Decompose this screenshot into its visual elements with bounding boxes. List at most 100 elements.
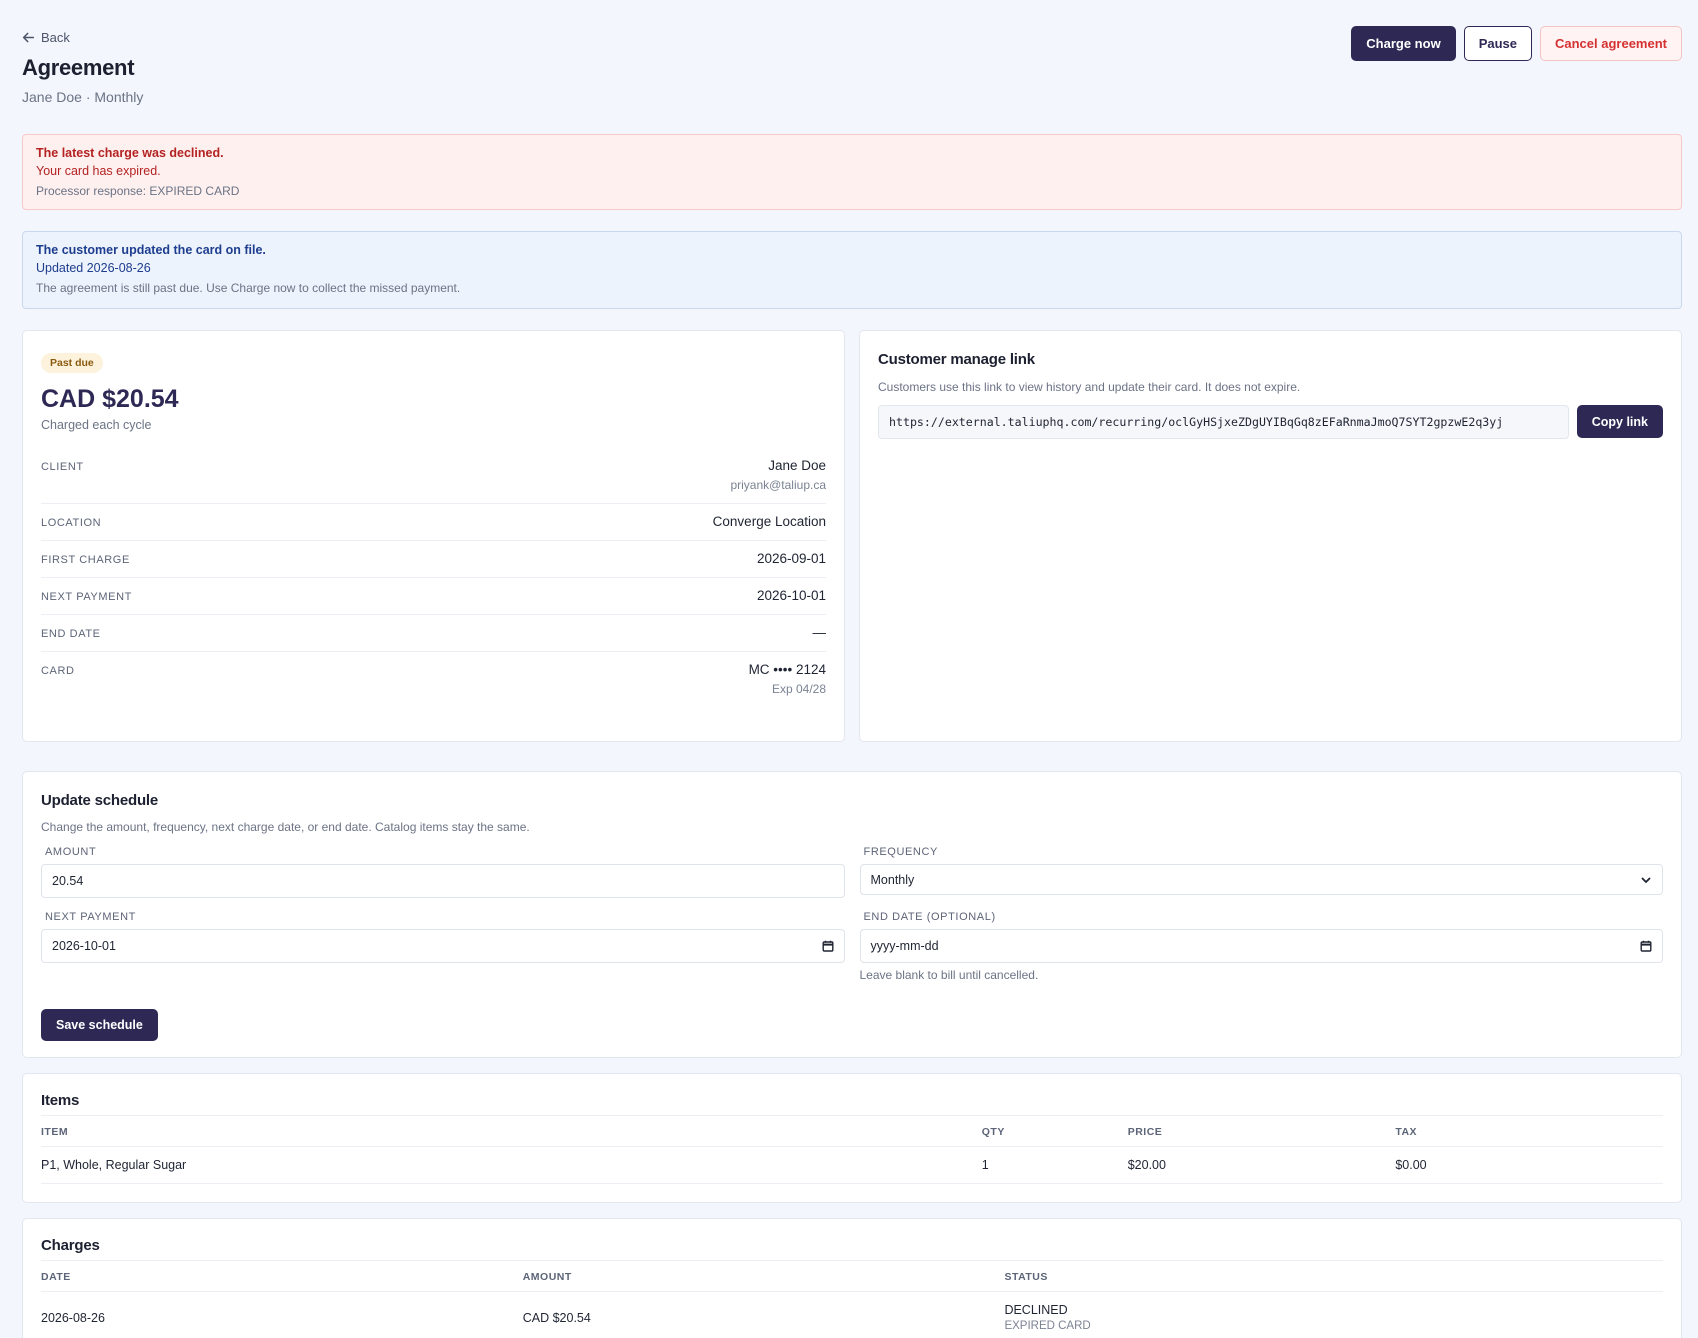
charge-status-cell: DECLINED EXPIRED CARD [1004, 1291, 1663, 1338]
charges-title: Charges [41, 1237, 100, 1254]
charge-status: DECLINED [1004, 1303, 1068, 1317]
next-payment-input-value: 2026-10-01 [52, 939, 116, 953]
frequency-select[interactable]: Monthly [859, 864, 1663, 895]
detail-label: CLIENT [41, 461, 84, 473]
charge-now-button[interactable]: Charge now [1351, 26, 1456, 61]
column-header-date: DATE [41, 1260, 523, 1292]
table-row: P1, Whole, Regular Sugar 1 $20.00 $0.00 [41, 1146, 1663, 1184]
calendar-icon[interactable] [822, 940, 834, 952]
declined-alert-title: The latest charge was declined. [36, 146, 224, 160]
agreement-details: CLIENT Jane Doe priyank@taliup.ca LOCATI… [41, 448, 826, 707]
copy-link-button[interactable]: Copy link [1576, 405, 1663, 438]
detail-value: MC •••• 2124 Exp 04/28 [749, 662, 826, 696]
amount-caption: Charged each cycle [41, 418, 152, 432]
charges-header-row: DATE AMOUNT STATUS [41, 1260, 1663, 1292]
column-header-item: ITEM [41, 1115, 982, 1147]
charges-card: Charges DATE AMOUNT STATUS 2026-08-26 CA… [22, 1218, 1682, 1338]
first-charge-value: 2026-09-01 [756, 551, 826, 566]
detail-row-location: LOCATION Converge Location [41, 504, 826, 541]
end-date-placeholder: yyyy-mm-dd [870, 939, 939, 953]
column-header-price: PRICE [1127, 1115, 1396, 1147]
calendar-icon[interactable] [1640, 940, 1652, 952]
back-label: Back [41, 30, 70, 45]
manage-link-description: Customers use this link to view history … [878, 380, 1301, 394]
amount-field: AMOUNT 20.54 [41, 846, 845, 898]
next-payment-date-input[interactable]: 2026-10-01 [41, 929, 845, 963]
detail-value: Jane Doe priyank@taliup.ca [730, 458, 826, 492]
amount-label: AMOUNT [45, 846, 97, 858]
chevron-down-icon [1641, 877, 1651, 883]
end-date-input[interactable]: yyyy-mm-dd [859, 929, 1663, 963]
next-payment-label: NEXT PAYMENT [45, 911, 136, 923]
detail-row-first-charge: FIRST CHARGE 2026-09-01 [41, 541, 826, 578]
charge-amount: CAD $20.54 [522, 1291, 1005, 1338]
amount-input-value: 20.54 [52, 874, 84, 888]
client-email: priyank@taliup.ca [730, 478, 826, 492]
declined-alert-detail: Processor response: EXPIRED CARD [36, 184, 240, 198]
declined-alert-message: Your card has expired. [36, 164, 161, 178]
detail-label: LOCATION [41, 517, 102, 529]
end-date-label: END DATE (OPTIONAL) [863, 911, 996, 923]
detail-row-client: CLIENT Jane Doe priyank@taliup.ca [41, 448, 826, 504]
item-name: P1, Whole, Regular Sugar [41, 1146, 982, 1184]
status-badge: Past due [41, 353, 103, 373]
manage-link-title: Customer manage link [878, 351, 1035, 368]
item-tax: $0.00 [1395, 1146, 1663, 1184]
schedule-title: Update schedule [41, 792, 159, 809]
card-updated-alert-title: The customer updated the card on file. [36, 243, 266, 257]
schedule-description: Change the amount, frequency, next charg… [41, 820, 530, 834]
customer-manage-link-card: Customer manage link Customers use this … [859, 330, 1682, 742]
page-title: Agreement [22, 55, 135, 80]
manage-link-url-field[interactable]: https://external.taliuphq.com/recurring/… [878, 405, 1569, 439]
agreement-summary-card: Past due CAD $20.54 Charged each cycle C… [22, 330, 845, 742]
manage-link-row: https://external.taliuphq.com/recurring/… [878, 405, 1663, 439]
declined-alert: The latest charge was declined. Your car… [22, 134, 1682, 210]
detail-label: CARD [41, 665, 75, 677]
end-date-field: END DATE (OPTIONAL) yyyy-mm-dd Leave bla… [859, 911, 1663, 982]
table-row: 2026-08-26 CAD $20.54 DECLINED EXPIRED C… [41, 1291, 1663, 1338]
detail-label: FIRST CHARGE [41, 554, 130, 566]
schedule-form: AMOUNT 20.54 FREQUENCY Monthly NEXT PAYM… [41, 846, 1663, 995]
page-subtitle: Jane Doe · Monthly [22, 89, 144, 105]
detail-label: END DATE [41, 628, 101, 640]
charge-date: 2026-08-26 [41, 1291, 523, 1338]
end-date-value: — [812, 625, 827, 640]
column-header-amount: AMOUNT [522, 1260, 1005, 1292]
arrow-left-icon [22, 32, 35, 43]
detail-label: NEXT PAYMENT [41, 591, 132, 603]
agreement-page: Back Agreement Jane Doe · Monthly Charge… [0, 0, 1698, 1338]
save-schedule-button[interactable]: Save schedule [41, 1009, 158, 1041]
items-card: Items ITEM QTY PRICE TAX P1, Whole, Regu… [22, 1073, 1682, 1203]
location-value: Converge Location [712, 514, 826, 529]
items-header-row: ITEM QTY PRICE TAX [41, 1115, 1663, 1147]
card-updated-alert-message: Updated 2026-08-26 [36, 261, 151, 275]
amount-input[interactable]: 20.54 [41, 864, 845, 898]
next-payment-value: 2026-10-01 [756, 588, 826, 603]
detail-row-end-date: END DATE — [41, 615, 826, 652]
client-name: Jane Doe [768, 458, 826, 473]
item-price: $20.00 [1127, 1146, 1396, 1184]
agreement-amount: CAD $20.54 [41, 385, 179, 413]
back-link[interactable]: Back [22, 30, 70, 45]
frequency-selected-value: Monthly [870, 872, 915, 887]
detail-row-card: CARD MC •••• 2124 Exp 04/28 [41, 652, 826, 707]
end-date-hint: Leave blank to bill until cancelled. [859, 968, 1039, 982]
items-table: ITEM QTY PRICE TAX P1, Whole, Regular Su… [41, 1115, 1663, 1184]
item-qty: 1 [981, 1146, 1128, 1184]
update-schedule-card: Update schedule Change the amount, frequ… [22, 771, 1682, 1058]
next-payment-field: NEXT PAYMENT 2026-10-01 [41, 911, 845, 982]
charge-status-detail: EXPIRED CARD [1004, 1320, 1091, 1332]
column-header-status: STATUS [1004, 1260, 1663, 1292]
frequency-field: FREQUENCY Monthly [859, 846, 1663, 898]
card-number: MC •••• 2124 [748, 662, 826, 677]
header-actions: Charge now Pause Cancel agreement [1351, 26, 1682, 61]
column-header-tax: TAX [1395, 1115, 1663, 1147]
charges-table: DATE AMOUNT STATUS 2026-08-26 CAD $20.54… [41, 1260, 1663, 1338]
detail-row-next-payment: NEXT PAYMENT 2026-10-01 [41, 578, 826, 615]
column-header-qty: QTY [981, 1115, 1128, 1147]
items-title: Items [41, 1092, 80, 1109]
card-expiry: Exp 04/28 [771, 682, 826, 696]
cancel-agreement-button[interactable]: Cancel agreement [1540, 26, 1682, 61]
pause-button[interactable]: Pause [1463, 26, 1532, 61]
frequency-label: FREQUENCY [863, 846, 938, 858]
